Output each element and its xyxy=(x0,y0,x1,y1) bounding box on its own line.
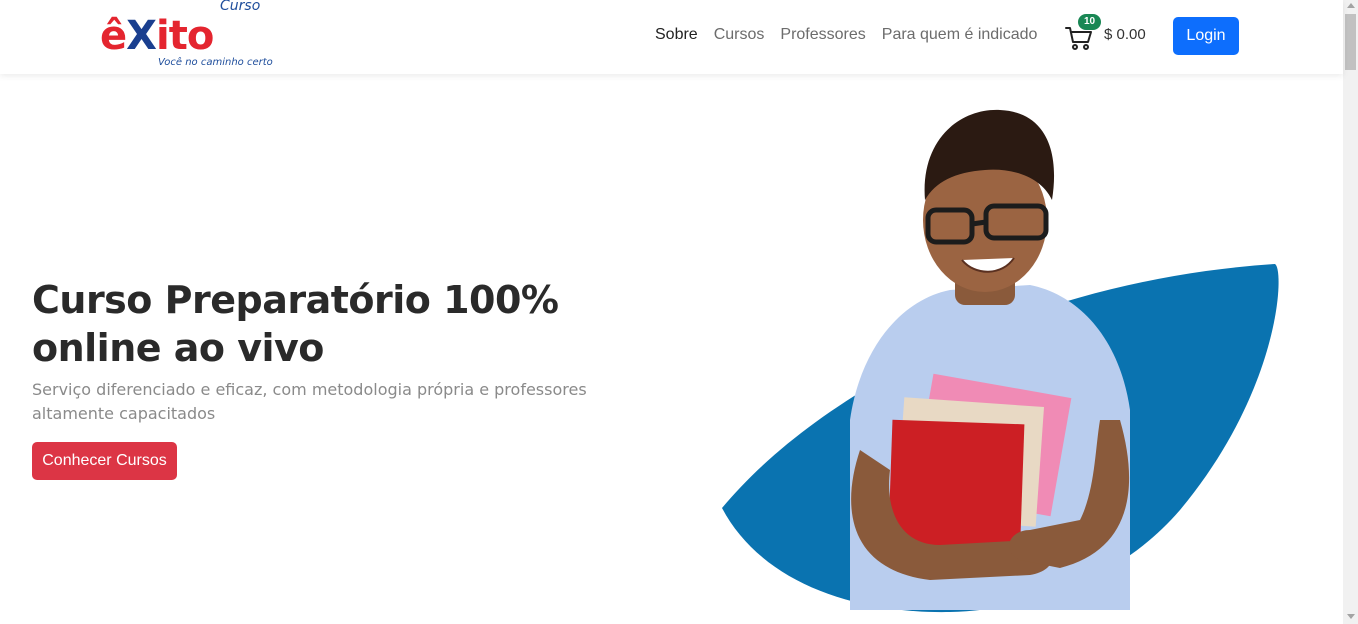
hero-illustration xyxy=(722,109,1279,613)
navbar: Curso êXito Você no caminho certo Sobre … xyxy=(0,0,1343,74)
scroll-down-arrow-icon[interactable] xyxy=(1347,614,1355,619)
nav-links: Sobre Cursos Professores Para quem é ind… xyxy=(655,26,1037,44)
scroll-thumb[interactable] xyxy=(1345,14,1356,70)
hero-title: Curso Preparatório 100% online ao vivo xyxy=(32,278,559,370)
logo-tagline: Você no caminho certo xyxy=(158,57,273,68)
logo-brand: êXito xyxy=(100,13,214,59)
conhecer-cursos-button[interactable]: Conhecer Cursos xyxy=(32,442,177,480)
login-button[interactable]: Login xyxy=(1173,17,1239,55)
nav-link-para-quem[interactable]: Para quem é indicado xyxy=(882,26,1038,44)
logo-brand-suffix: ito xyxy=(155,13,214,59)
nav-link-professores[interactable]: Professores xyxy=(780,26,865,44)
cart-count-badge: 10 xyxy=(1078,14,1102,30)
logo-brand-prefix: ê xyxy=(100,13,127,59)
nav-link-sobre[interactable]: Sobre xyxy=(655,26,698,44)
page: Curso êXito Você no caminho certo Sobre … xyxy=(0,0,1358,624)
logo-small-text: Curso xyxy=(220,0,261,14)
hero-subtitle: Serviço diferenciado e eficaz, com metod… xyxy=(32,380,587,423)
nav-link-cursos[interactable]: Cursos xyxy=(714,26,765,44)
logo-brand-x: X xyxy=(126,13,157,59)
scroll-up-arrow-icon[interactable] xyxy=(1347,3,1355,8)
scrollbar[interactable] xyxy=(1343,0,1358,624)
logo[interactable]: Curso êXito Você no caminho certo xyxy=(100,0,284,72)
cart-total: $ 0.00 xyxy=(1104,26,1146,43)
